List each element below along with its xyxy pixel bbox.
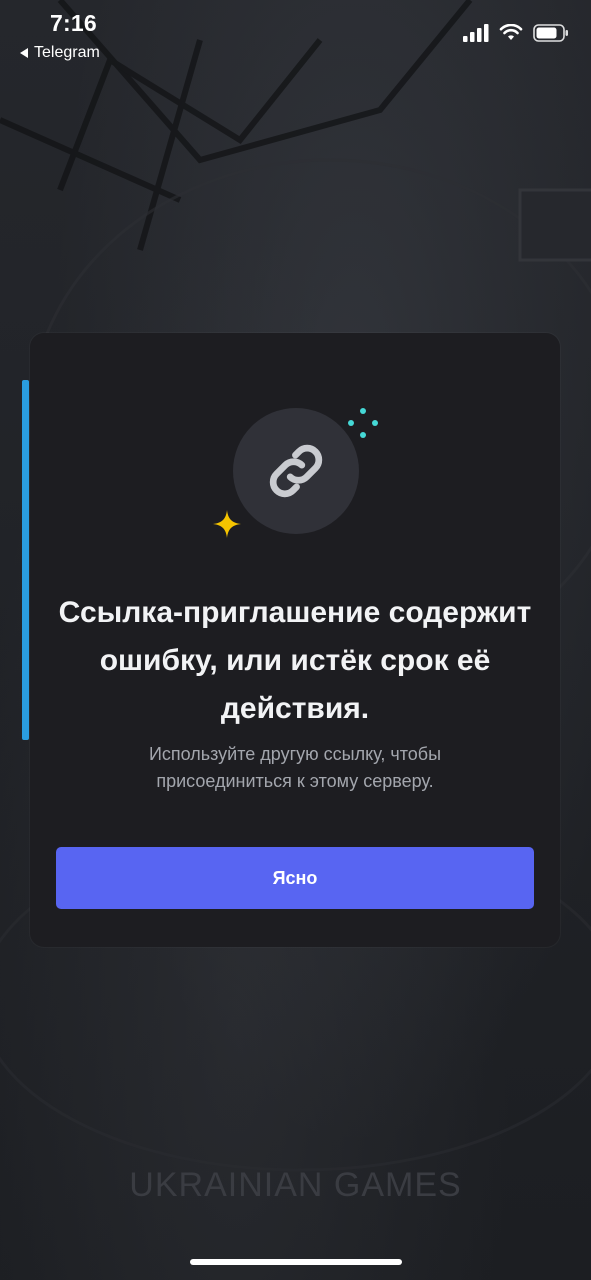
dialog-description: Используйте другую ссылку, чтобы присоед… (148, 744, 442, 791)
back-app-label: Telegram (34, 44, 100, 61)
back-arrow-icon (20, 48, 28, 58)
link-icon-circle (233, 408, 359, 534)
status-icons (463, 24, 569, 42)
battery-icon (533, 24, 568, 42)
link-icon (269, 444, 323, 498)
status-bar: 7:16 Telegram (0, 0, 591, 70)
background-watermark: UKRAINIAN GAMES (129, 1166, 462, 1204)
ok-button[interactable]: Ясно (56, 847, 534, 909)
status-time: 7:16 (50, 10, 97, 36)
invite-error-dialog: Ссылка-приглашение содержит ошибку, или … (30, 333, 560, 947)
sparkle-teal-icon (348, 408, 378, 438)
back-to-telegram-button[interactable]: Telegram (20, 44, 100, 62)
dialog-title: Ссылка-приглашение содержит ошибку, или … (58, 596, 532, 725)
wifi-icon (499, 24, 523, 40)
home-indicator[interactable] (190, 1259, 402, 1265)
background-side-accent (22, 380, 29, 740)
sparkle-yellow-icon (213, 510, 241, 538)
cellular-signal-icon (463, 24, 489, 42)
